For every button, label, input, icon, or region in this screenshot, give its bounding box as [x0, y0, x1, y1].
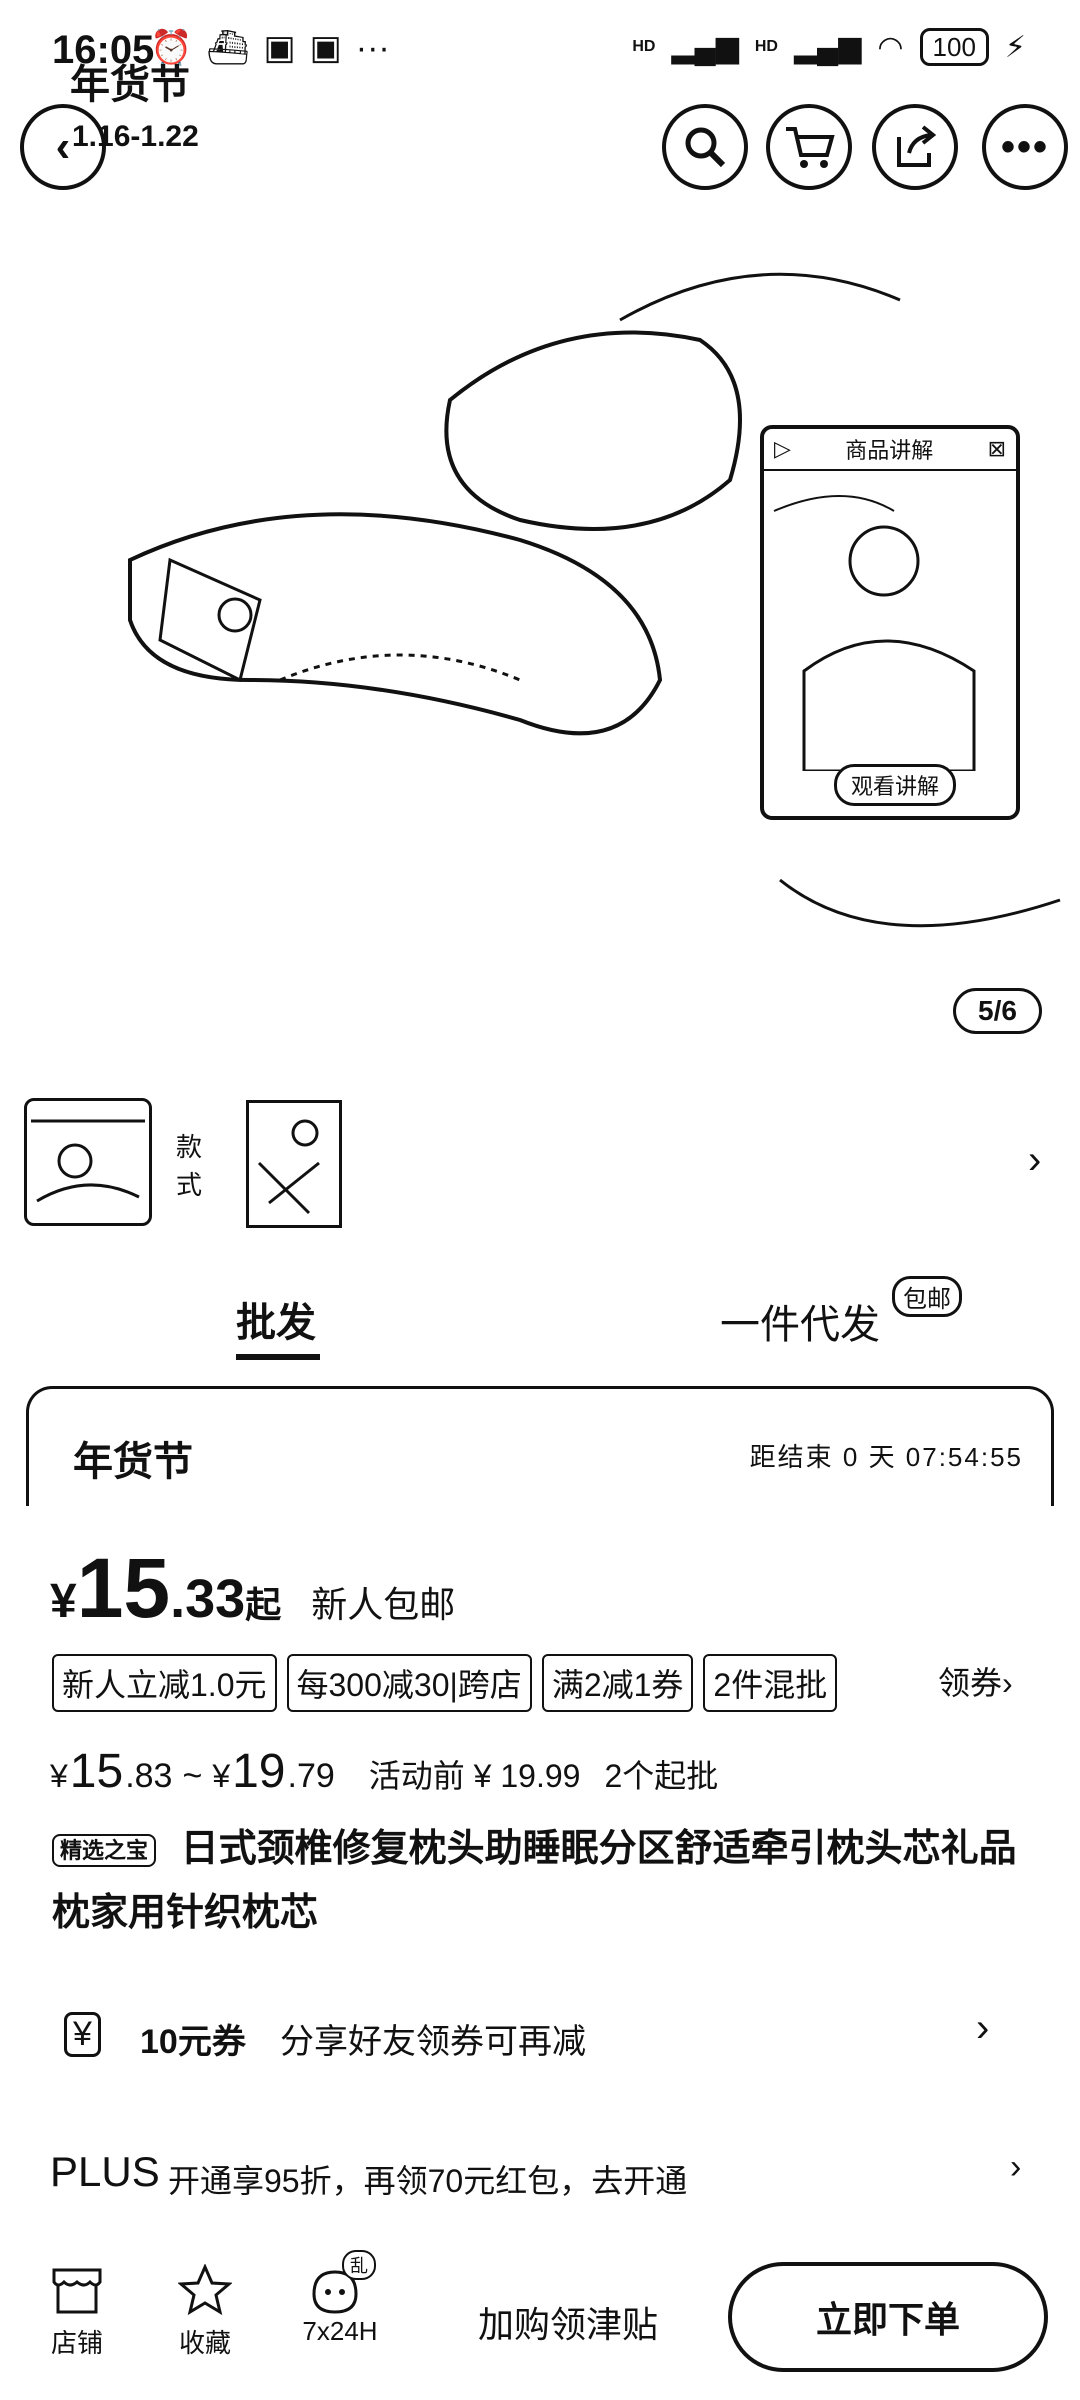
- signal-label-1: HD: [632, 38, 656, 55]
- chevron-right-icon: ›: [1010, 2148, 1022, 2186]
- share-coupon-row[interactable]: ¥ 10元券 分享好友领券可再减 ›: [0, 1990, 1080, 2080]
- more-notifications-icon: ···: [355, 28, 390, 67]
- plus-text: 开通享95折，再领70元红包，去开通: [168, 2163, 688, 2199]
- style-more-chevron-icon[interactable]: ›: [1028, 1138, 1041, 1183]
- coupon-amount: 10元券: [140, 2023, 246, 2061]
- tab-wholesale[interactable]: 批发: [236, 1290, 316, 1348]
- style-option-2[interactable]: [246, 1100, 342, 1228]
- price-block: ¥ 15 .33 起 新人包邮: [50, 1540, 455, 1637]
- buy-now-button[interactable]: 立即下单: [728, 2262, 1048, 2372]
- event-title: 年货节: [70, 63, 190, 107]
- service-label: 7x24H: [302, 2316, 378, 2346]
- cart-icon: [786, 127, 835, 168]
- favorite-button[interactable]: 收藏: [160, 2263, 250, 2360]
- video-thumbnail: [773, 495, 976, 773]
- promo-card: 年货节 距结束 0 天 07:54:55: [26, 1386, 1054, 1506]
- app-notify-icon-2: ▣: [309, 29, 342, 67]
- style-thumb-image-1: [31, 1119, 145, 1203]
- style-thumb-image-2: [257, 1119, 320, 1215]
- customer-service-button[interactable]: 乱 7x24H: [288, 2250, 392, 2347]
- range-low-int: 15: [69, 1745, 124, 1798]
- range-separator: ~: [182, 1757, 203, 1795]
- price-range: ¥ 15 .83 ~ ¥ 19 .79 活动前 ¥ 19.99 2个起批: [50, 1744, 718, 1799]
- coupon-desc: 分享好友领券可再减: [280, 2023, 586, 2061]
- signal-icon-2: ▂▄▆: [793, 30, 862, 64]
- plus-membership-row[interactable]: PLUS 开通享95折，再领70元红包，去开通 ›: [0, 2134, 1080, 2214]
- chevron-left-icon: ‹: [55, 122, 71, 171]
- tag-coupon: 满2减1券: [541, 1654, 694, 1712]
- price-before-event: 活动前 ¥ 19.99: [368, 1758, 581, 1794]
- share-icon: [897, 125, 937, 167]
- product-title-text: 日式颈椎修复枕头助睡眠分区舒适牵引枕头芯礼品枕家用针织枕芯: [52, 1828, 1017, 1934]
- promo-title: 年货节: [73, 1440, 193, 1484]
- charging-icon: ⚡: [1004, 30, 1026, 64]
- search-icon: [685, 127, 726, 168]
- add-to-cart-button[interactable]: 加购领津贴: [478, 2296, 658, 2348]
- video-card-title: 商品讲解: [845, 438, 934, 463]
- free-shipping-badge: 包邮: [892, 1276, 962, 1317]
- battery-indicator: 100: [919, 28, 989, 66]
- status-right: HD ▂▄▆ HD ▂▄▆ ◠ 100 ⚡: [632, 28, 1026, 66]
- range-high-currency: ¥: [212, 1758, 231, 1794]
- close-icon[interactable]: ⊠: [988, 436, 1006, 462]
- event-date: 1.16-1.22: [72, 120, 199, 153]
- share-button[interactable]: [872, 104, 958, 190]
- get-coupon-link[interactable]: 领券›: [938, 1658, 1013, 1704]
- plus-brand: PLUS: [50, 2148, 160, 2195]
- min-order-qty: 2个起批: [604, 1758, 719, 1794]
- range-low-dec: .83: [125, 1757, 173, 1795]
- boat-icon: ⛴: [206, 29, 250, 67]
- image-pager: 5/6: [953, 988, 1042, 1034]
- cart-button[interactable]: [766, 104, 852, 190]
- chevron-right-icon: ›: [976, 2006, 990, 2050]
- more-dots-icon: •••: [1000, 124, 1049, 169]
- get-coupon-label: 领券: [938, 1665, 1003, 1701]
- style-label: 款式: [176, 1132, 203, 1200]
- wifi-icon: ◠: [877, 30, 904, 64]
- play-icon: ▷: [774, 436, 791, 461]
- star-icon: [177, 2263, 233, 2316]
- range-high-dec: .79: [287, 1757, 335, 1795]
- shipping-note: 新人包邮: [311, 1584, 456, 1625]
- price-suffix: 起: [245, 1584, 282, 1625]
- tab-active-indicator: [236, 1354, 320, 1360]
- promo-countdown: 距结束 0 天 07:54:55: [749, 1442, 1023, 1472]
- signal-label-2: HD: [754, 38, 778, 55]
- price-currency: ¥: [50, 1575, 77, 1628]
- shop-button[interactable]: 店铺: [32, 2266, 122, 2360]
- range-high-int: 19: [232, 1745, 286, 1798]
- search-button[interactable]: [662, 104, 748, 190]
- service-badge: 乱: [342, 2250, 376, 2280]
- shop-icon: [52, 2268, 102, 2314]
- price-integer: 15: [76, 1541, 171, 1635]
- tag-mixed: 2件混批: [703, 1654, 838, 1712]
- style-option-1[interactable]: [24, 1098, 152, 1226]
- app-notify-icon: ▣: [263, 29, 296, 67]
- range-low-currency: ¥: [50, 1758, 68, 1794]
- price-decimal: .33: [170, 1569, 246, 1629]
- product-title: 精选之宝 日式颈椎修复枕头助睡眠分区舒适牵引枕头芯礼品枕家用针织枕芯: [52, 1818, 1042, 1944]
- chevron-right-icon: ›: [1002, 1665, 1013, 1701]
- tab-dropship[interactable]: 一件代发: [720, 1292, 880, 1350]
- favorite-label: 收藏: [178, 2328, 231, 2358]
- tag-cross-store: 每300减30|跨店: [286, 1654, 532, 1712]
- coupon-icon: ¥: [64, 2012, 101, 2057]
- signal-icon-1: ▂▄▆: [671, 30, 739, 64]
- product-explain-video[interactable]: ▷ 商品讲解 ⊠ 观看讲解: [760, 425, 1020, 820]
- shop-label: 店铺: [50, 2328, 103, 2358]
- store-badge: 精选之宝: [52, 1833, 157, 1867]
- watch-explain-button[interactable]: 观看讲解: [834, 764, 957, 806]
- tag-newcomer: 新人立减1.0元: [52, 1654, 277, 1712]
- product-hero-image[interactable]: ▷ 商品讲解 ⊠ 观看讲解: [0, 160, 1080, 1060]
- promo-tags: 新人立减1.0元 每300减30|跨店 满2减1券 2件混批: [52, 1654, 838, 1712]
- more-button[interactable]: •••: [982, 104, 1068, 190]
